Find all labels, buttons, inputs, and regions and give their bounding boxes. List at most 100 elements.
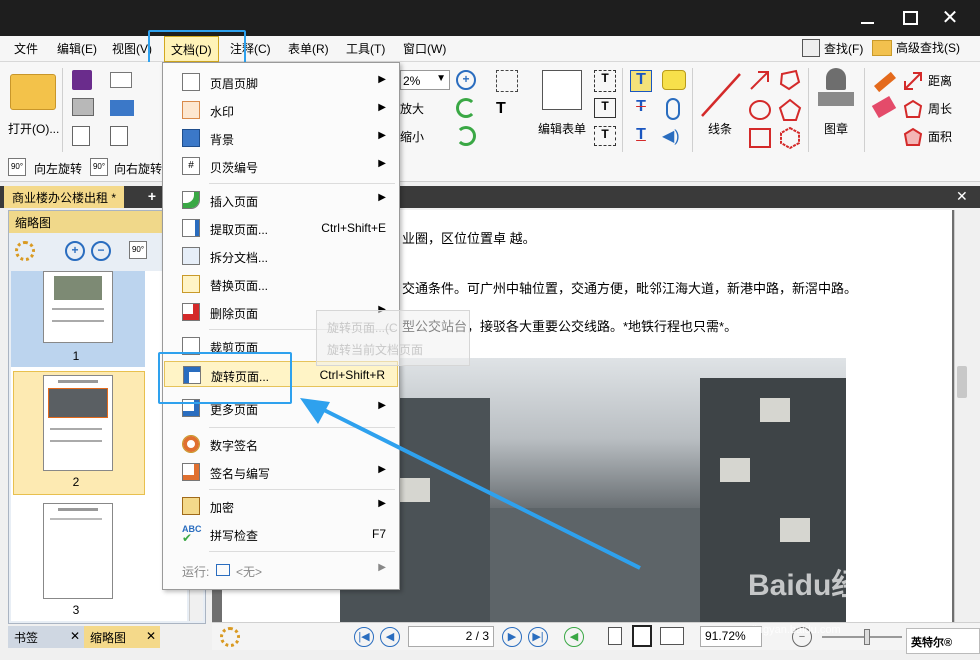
menu-item-replace-page[interactable]: 替换页面... — [164, 271, 398, 297]
edit-form-icon[interactable] — [542, 70, 582, 110]
distance-icon[interactable] — [902, 70, 924, 92]
rotate-cw-icon[interactable] — [456, 98, 476, 118]
close-window-button[interactable]: ✕ — [940, 8, 960, 28]
email-icon[interactable] — [110, 72, 132, 88]
menu-form[interactable]: 表单(R) — [288, 40, 329, 57]
area-label[interactable]: 面积 — [928, 128, 952, 145]
prev-page-button[interactable]: ◀ — [380, 627, 400, 647]
close-icon[interactable]: ✕ — [146, 629, 156, 643]
rotate-left-icon[interactable]: 90° — [8, 158, 26, 176]
insert-page-icon — [182, 191, 200, 209]
note-icon[interactable] — [662, 70, 686, 90]
rotate-left-button[interactable]: 向左旋转 — [34, 160, 82, 177]
menu-item-watermark[interactable]: 水印 ▶ — [164, 97, 398, 123]
first-page-button[interactable]: |◀ — [354, 627, 374, 647]
underline-icon[interactable]: T — [630, 126, 652, 148]
area-icon[interactable] — [902, 126, 924, 148]
open-button-label[interactable]: 打开(O)... — [8, 120, 59, 137]
menu-item-bates-numbering[interactable]: # 贝茨编号 ▶ — [164, 153, 398, 179]
select-text-icon[interactable] — [496, 70, 518, 92]
zoom-in-icon[interactable]: + — [456, 70, 476, 90]
print-icon[interactable] — [72, 98, 94, 116]
pencil-icon[interactable] — [874, 71, 896, 93]
doc-text-line-2: 交通条件。可广州中轴位置，交通方便，毗邻江海大道，新港中路，新滘中路。 — [402, 281, 858, 296]
page-number-input[interactable]: 2 / 3 — [408, 626, 494, 647]
zoom-out-thumb-icon[interactable]: − — [91, 241, 111, 261]
minimize-button[interactable] — [858, 8, 878, 28]
menu-edit[interactable]: 编辑(E) — [57, 40, 97, 57]
close-icon[interactable]: ✕ — [70, 629, 80, 643]
bookmarks-tab[interactable]: 书签 ✕ — [8, 626, 84, 648]
scan-icon[interactable] — [110, 100, 134, 116]
thumbnail-page-3[interactable] — [43, 503, 113, 599]
attachment-icon[interactable] — [666, 98, 680, 120]
cloud-tool-icon[interactable] — [778, 126, 802, 150]
facing-page-icon[interactable] — [660, 627, 684, 645]
line-tool-label[interactable]: 线条 — [708, 120, 732, 137]
continuous-page-icon[interactable] — [632, 625, 652, 647]
advanced-find-button[interactable]: 高级查找(S) — [872, 39, 960, 56]
zoom-in-thumb-icon[interactable]: + — [65, 241, 85, 261]
eraser-icon[interactable] — [871, 95, 897, 119]
arrow-tool-icon[interactable] — [748, 68, 772, 92]
zoom-slider-thumb[interactable] — [864, 629, 870, 645]
annotation-highlight-rotate — [158, 352, 292, 404]
line-tool-icon[interactable] — [698, 70, 744, 120]
zoom-select[interactable]: 2% ▼ — [400, 70, 450, 90]
distance-label[interactable]: 距离 — [928, 72, 952, 89]
menu-file[interactable]: 文件 — [14, 40, 38, 57]
perimeter-label[interactable]: 周长 — [928, 100, 952, 117]
callout-text-icon[interactable]: T — [594, 126, 616, 146]
rotate-right-icon[interactable]: 90° — [90, 158, 108, 176]
rotate-thumb-icon[interactable]: 90° — [129, 241, 147, 259]
stamp-icon[interactable] — [818, 68, 854, 114]
zoom-slider[interactable] — [822, 629, 902, 645]
textbox-icon[interactable]: T — [594, 70, 616, 92]
typewriter-icon[interactable]: T — [630, 70, 652, 92]
export-icon[interactable] — [72, 126, 90, 146]
rotate-ccw-icon[interactable] — [456, 126, 476, 146]
stamp-label[interactable]: 图章 — [824, 120, 848, 137]
perimeter-icon[interactable] — [902, 98, 924, 120]
maximize-button[interactable] — [900, 8, 920, 28]
save-icon[interactable] — [72, 70, 92, 90]
menu-item-background[interactable]: 背景 ▶ — [164, 125, 398, 151]
scroll-thumb[interactable] — [957, 366, 967, 398]
thumbnail-page-2[interactable] — [43, 375, 113, 471]
menu-window[interactable]: 窗口(W) — [403, 40, 446, 57]
menu-tools[interactable]: 工具(T) — [346, 40, 385, 57]
menu-item-header-footer[interactable]: 页眉页脚 ▶ — [164, 69, 398, 95]
thumbnails-tab[interactable]: 缩略图 ✕ — [84, 626, 160, 648]
next-page-button[interactable]: ▶ — [502, 627, 522, 647]
menu-item-insert-page[interactable]: 插入页面 ▶ — [164, 187, 398, 213]
polygon-tool-icon[interactable] — [778, 68, 802, 92]
open-folder-icon[interactable] — [10, 74, 56, 110]
oval-tool-icon[interactable] — [748, 98, 772, 122]
zoom-in-label[interactable]: 放大 — [400, 100, 424, 117]
sound-icon[interactable]: ◀) — [662, 126, 684, 146]
submenu-arrow-icon: ▶ — [378, 158, 386, 169]
document-tab[interactable]: 商业楼办公楼出租 * — [4, 186, 125, 208]
thumbnail-page-1[interactable] — [43, 271, 113, 343]
document-scrollbar[interactable] — [954, 210, 968, 624]
menu-item-split-document[interactable]: 拆分文档... — [164, 243, 398, 269]
add-text-icon[interactable]: T — [496, 100, 518, 122]
last-page-button[interactable]: ▶| — [528, 627, 548, 647]
pentagon-tool-icon[interactable] — [778, 98, 802, 122]
new-tab-icon[interactable]: + — [144, 188, 160, 204]
menu-view[interactable]: 视图(V) — [112, 40, 152, 57]
close-tab-icon[interactable]: ✕ — [956, 188, 972, 204]
rectangle-tool-icon[interactable] — [748, 126, 772, 150]
menu-item-extract-page[interactable]: 提取页面... Ctrl+Shift+E — [164, 215, 398, 241]
rotate-right-button[interactable]: 向右旋转 — [114, 160, 162, 177]
new-doc-icon[interactable] — [110, 126, 128, 146]
textfield-icon[interactable]: T — [594, 98, 616, 118]
gear-icon[interactable] — [15, 241, 35, 261]
zoom-out-label[interactable]: 缩小 — [400, 128, 424, 145]
find-button[interactable]: 查找(F) — [802, 39, 863, 57]
edit-form-button[interactable]: 编辑表单 — [538, 120, 586, 137]
strikeout-icon[interactable]: T — [630, 98, 652, 120]
gear-icon[interactable] — [220, 627, 240, 647]
single-page-icon[interactable] — [608, 627, 622, 645]
back-button[interactable]: ◀ — [564, 627, 584, 647]
